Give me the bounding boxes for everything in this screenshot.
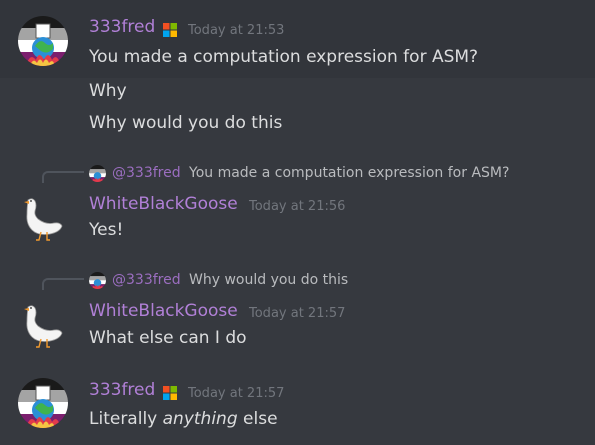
reply-preview[interactable]: You made a computation expression for AS… [189, 165, 509, 181]
avatar-whiteblackgoose[interactable] [22, 303, 64, 349]
flag-globe-icon [18, 378, 68, 428]
message-text: Literally anything else [89, 409, 278, 429]
author-name[interactable]: WhiteBlackGoose [89, 301, 238, 321]
message-text: Why [89, 81, 127, 101]
reply-mention[interactable]: @333fred [112, 272, 181, 288]
message-text-plain: Literally [89, 409, 163, 429]
message-text: You made a computation expression for AS… [89, 47, 479, 67]
author-name[interactable]: 333fred [89, 17, 155, 37]
message-text: Why would you do this [89, 113, 283, 133]
reply-connector [42, 278, 84, 290]
timestamp: Today at 21:53 [188, 23, 285, 38]
windows-logo-icon [163, 23, 177, 37]
author-name[interactable]: 333fred [89, 380, 155, 400]
message-group: 333fred Today at 21:53 You made a comput… [0, 0, 595, 150]
message-group: 333fred Today at 21:57 Literally anythin… [0, 372, 595, 445]
flag-globe-icon [18, 16, 68, 66]
timestamp: Today at 21:56 [249, 199, 346, 214]
timestamp: Today at 21:57 [249, 306, 346, 321]
goose-icon [24, 305, 63, 348]
author-name[interactable]: WhiteBlackGoose [89, 194, 238, 214]
reply-avatar [89, 165, 106, 182]
message-group: @333fred You made a computation expressi… [0, 158, 595, 248]
flag-globe-icon [89, 165, 106, 182]
message-text-emphasis: anything [162, 409, 238, 429]
goose-icon [24, 198, 63, 241]
windows-logo-icon [163, 386, 177, 400]
reply-avatar [89, 272, 106, 289]
reply-mention[interactable]: @333fred [112, 165, 181, 181]
avatar-333fred[interactable] [18, 16, 68, 66]
message-group: @333fred Why would you do this WhiteBlac… [0, 265, 595, 355]
avatar-whiteblackgoose[interactable] [22, 196, 64, 242]
flag-globe-icon [89, 272, 106, 289]
reply-connector [42, 171, 84, 183]
message-text: What else can I do [89, 328, 247, 348]
message-text: Yes! [89, 220, 124, 240]
avatar-333fred[interactable] [18, 378, 68, 428]
reply-preview[interactable]: Why would you do this [189, 272, 348, 288]
timestamp: Today at 21:57 [188, 386, 285, 401]
message-text-plain: else [237, 409, 278, 429]
